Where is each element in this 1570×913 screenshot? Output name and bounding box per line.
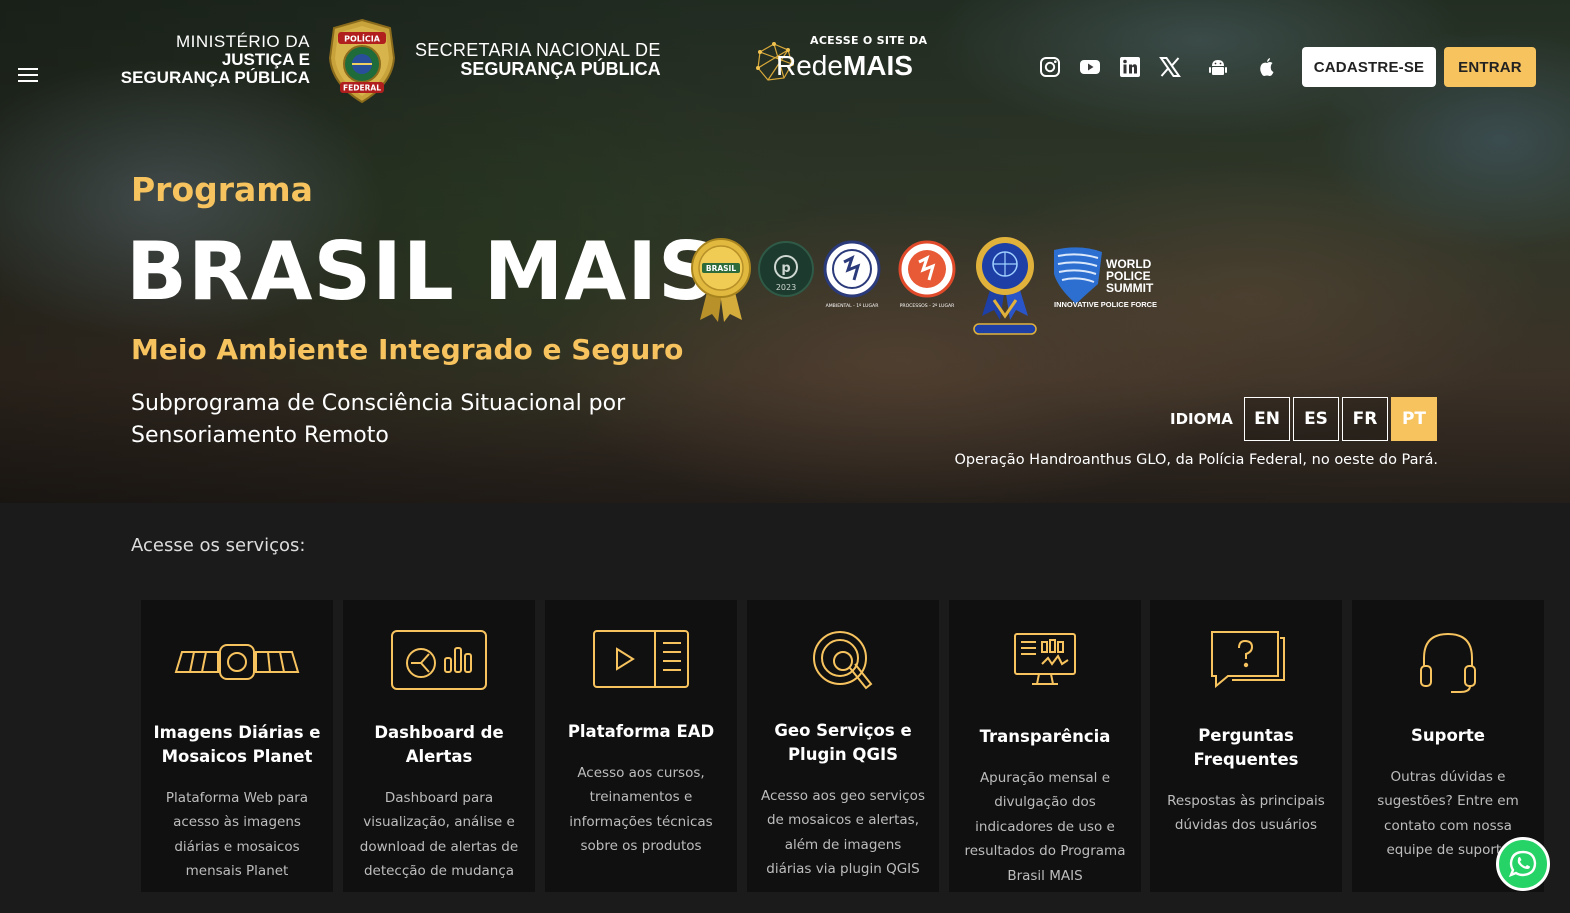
service-title: Imagens Diárias e Mosaicos Planet <box>153 723 321 766</box>
award-ambiental-icon: AMBIENTAL - 1º LUGAR <box>823 240 881 309</box>
svg-text:p: p <box>781 261 790 276</box>
service-card-faq[interactable]: Perguntas Frequentes Respostas às princi… <box>1150 600 1342 892</box>
service-desc: Dashboard para visualização, análise e d… <box>359 790 519 880</box>
question-bubble-icon <box>1211 631 1285 689</box>
secretaria-logo-text: SECRETARIA NACIONAL DE SEGURANÇA PÚBLICA <box>415 41 661 79</box>
lang-es-button[interactable]: ES <box>1293 397 1339 441</box>
badge-bottom-text: FEDERAL <box>343 84 381 93</box>
lang-en-button[interactable]: EN <box>1244 397 1290 441</box>
service-title: Perguntas Frequentes <box>1193 726 1299 769</box>
rede-name-bold: MAIS <box>842 50 913 81</box>
program-subtitle: Subprograma de Consciência Situacional p… <box>131 391 626 448</box>
satellite-icon <box>174 644 300 680</box>
award-purpose-icon: p 2023 <box>758 241 814 297</box>
ministry-line1: MINISTÉRIO DA <box>175 32 310 51</box>
video-course-icon <box>593 630 689 688</box>
policia-federal-badge-icon: POLÍCIA FEDERAL <box>328 18 396 104</box>
service-card-dashboard[interactable]: Dashboard de Alertas Dashboard para visu… <box>343 600 535 892</box>
service-card-ead[interactable]: Plataforma EAD Acesso aos cursos, treina… <box>545 600 737 892</box>
signup-button[interactable]: CADASTRE-SE <box>1302 47 1436 87</box>
service-desc: Apuração mensal e divulgação dos indicad… <box>964 770 1126 884</box>
ministry-line2: JUSTIÇA E <box>221 50 310 69</box>
lang-fr-button[interactable]: FR <box>1342 397 1388 441</box>
award-6-line3: SUMMIT <box>1106 281 1154 295</box>
service-title: Plataforma EAD <box>567 722 715 741</box>
services-title: Acesse os serviços: <box>131 535 306 556</box>
award-processos-icon: PROCESSOS - 2º LUGAR <box>898 240 956 309</box>
monitor-chart-icon <box>1014 633 1076 685</box>
award-3-text: AMBIENTAL - 1º LUGAR <box>826 303 880 309</box>
service-desc: Respostas às principais dúvidas dos usuá… <box>1167 793 1325 834</box>
hamburger-menu-icon[interactable] <box>18 68 38 82</box>
award-1-text: BRASIL <box>706 264 736 273</box>
service-desc: Acesso aos cursos, treinamentos e inform… <box>569 765 713 855</box>
world-police-summit-logo-icon: WORLD POLICE SUMMIT INNOVATIVE POLICE FO… <box>1054 247 1157 309</box>
dashboard-icon <box>391 630 487 690</box>
instagram-icon[interactable] <box>1039 56 1061 78</box>
language-label: IDIOMA <box>1170 410 1233 428</box>
service-card-transparencia[interactable]: Transparência Apuração mensal e divulgaç… <box>949 600 1141 892</box>
linkedin-icon[interactable] <box>1119 56 1141 78</box>
apple-icon[interactable] <box>1256 56 1278 78</box>
whatsapp-icon <box>1508 850 1537 878</box>
award-4-text: PROCESSOS - 2º LUGAR <box>900 303 956 309</box>
program-label: Programa <box>131 170 313 209</box>
service-desc: Plataforma Web para acesso às imagens di… <box>165 790 309 880</box>
secretaria-line1: SECRETARIA NACIONAL DE <box>415 40 661 60</box>
android-icon[interactable] <box>1207 56 1229 78</box>
award-6-sub: INNOVATIVE POLICE FORCE <box>1054 300 1157 309</box>
headset-icon <box>1420 632 1476 693</box>
ministry-logo-text: MINISTÉRIO DA JUSTIÇA E SEGURANÇA PÚBLIC… <box>120 33 310 87</box>
photo-caption: Operação Handroanthus GLO, da Polícia Fe… <box>954 452 1438 468</box>
secretaria-line2: SEGURANÇA PÚBLICA <box>460 59 661 79</box>
program-tagline: Meio Ambiente Integrado e Seguro <box>131 333 684 366</box>
rede-mais-link[interactable]: ACESSE O SITE DA RedeMAIS <box>750 34 927 86</box>
award-medal-icon <box>973 237 1037 335</box>
whatsapp-chat-button[interactable] <box>1496 837 1550 891</box>
youtube-icon[interactable] <box>1079 56 1101 78</box>
rede-name-light: Rede <box>776 50 843 81</box>
badge-top-text: POLÍCIA <box>344 33 381 44</box>
login-button[interactable]: ENTRAR <box>1444 47 1536 87</box>
ministry-line3: SEGURANÇA PÚBLICA <box>120 68 310 87</box>
rede-top-text: ACESSE O SITE DA <box>810 34 928 47</box>
service-title: Transparência <box>979 727 1111 746</box>
x-icon[interactable] <box>1159 56 1181 78</box>
award-seal-brasil-icon: BRASIL <box>691 238 751 322</box>
rede-name: RedeMAIS <box>776 50 913 82</box>
service-title: Geo Serviços e Plugin QGIS <box>774 721 912 764</box>
hero-banner: MINISTÉRIO DA JUSTIÇA E SEGURANÇA PÚBLIC… <box>0 0 1570 503</box>
page-title: BRASIL MAIS <box>126 225 717 318</box>
lang-pt-button[interactable]: PT <box>1391 397 1437 441</box>
service-title: Suporte <box>1411 726 1485 745</box>
service-card-planet[interactable]: Imagens Diárias e Mosaicos Planet Plataf… <box>141 600 333 892</box>
service-title: Dashboard de Alertas <box>374 723 504 766</box>
service-desc: Acesso aos geo serviços de mosaicos e al… <box>761 788 925 878</box>
award-2-text: 2023 <box>776 283 796 292</box>
service-card-geo[interactable]: Geo Serviços e Plugin QGIS Acesso aos ge… <box>747 600 939 892</box>
geo-search-icon <box>813 631 873 690</box>
